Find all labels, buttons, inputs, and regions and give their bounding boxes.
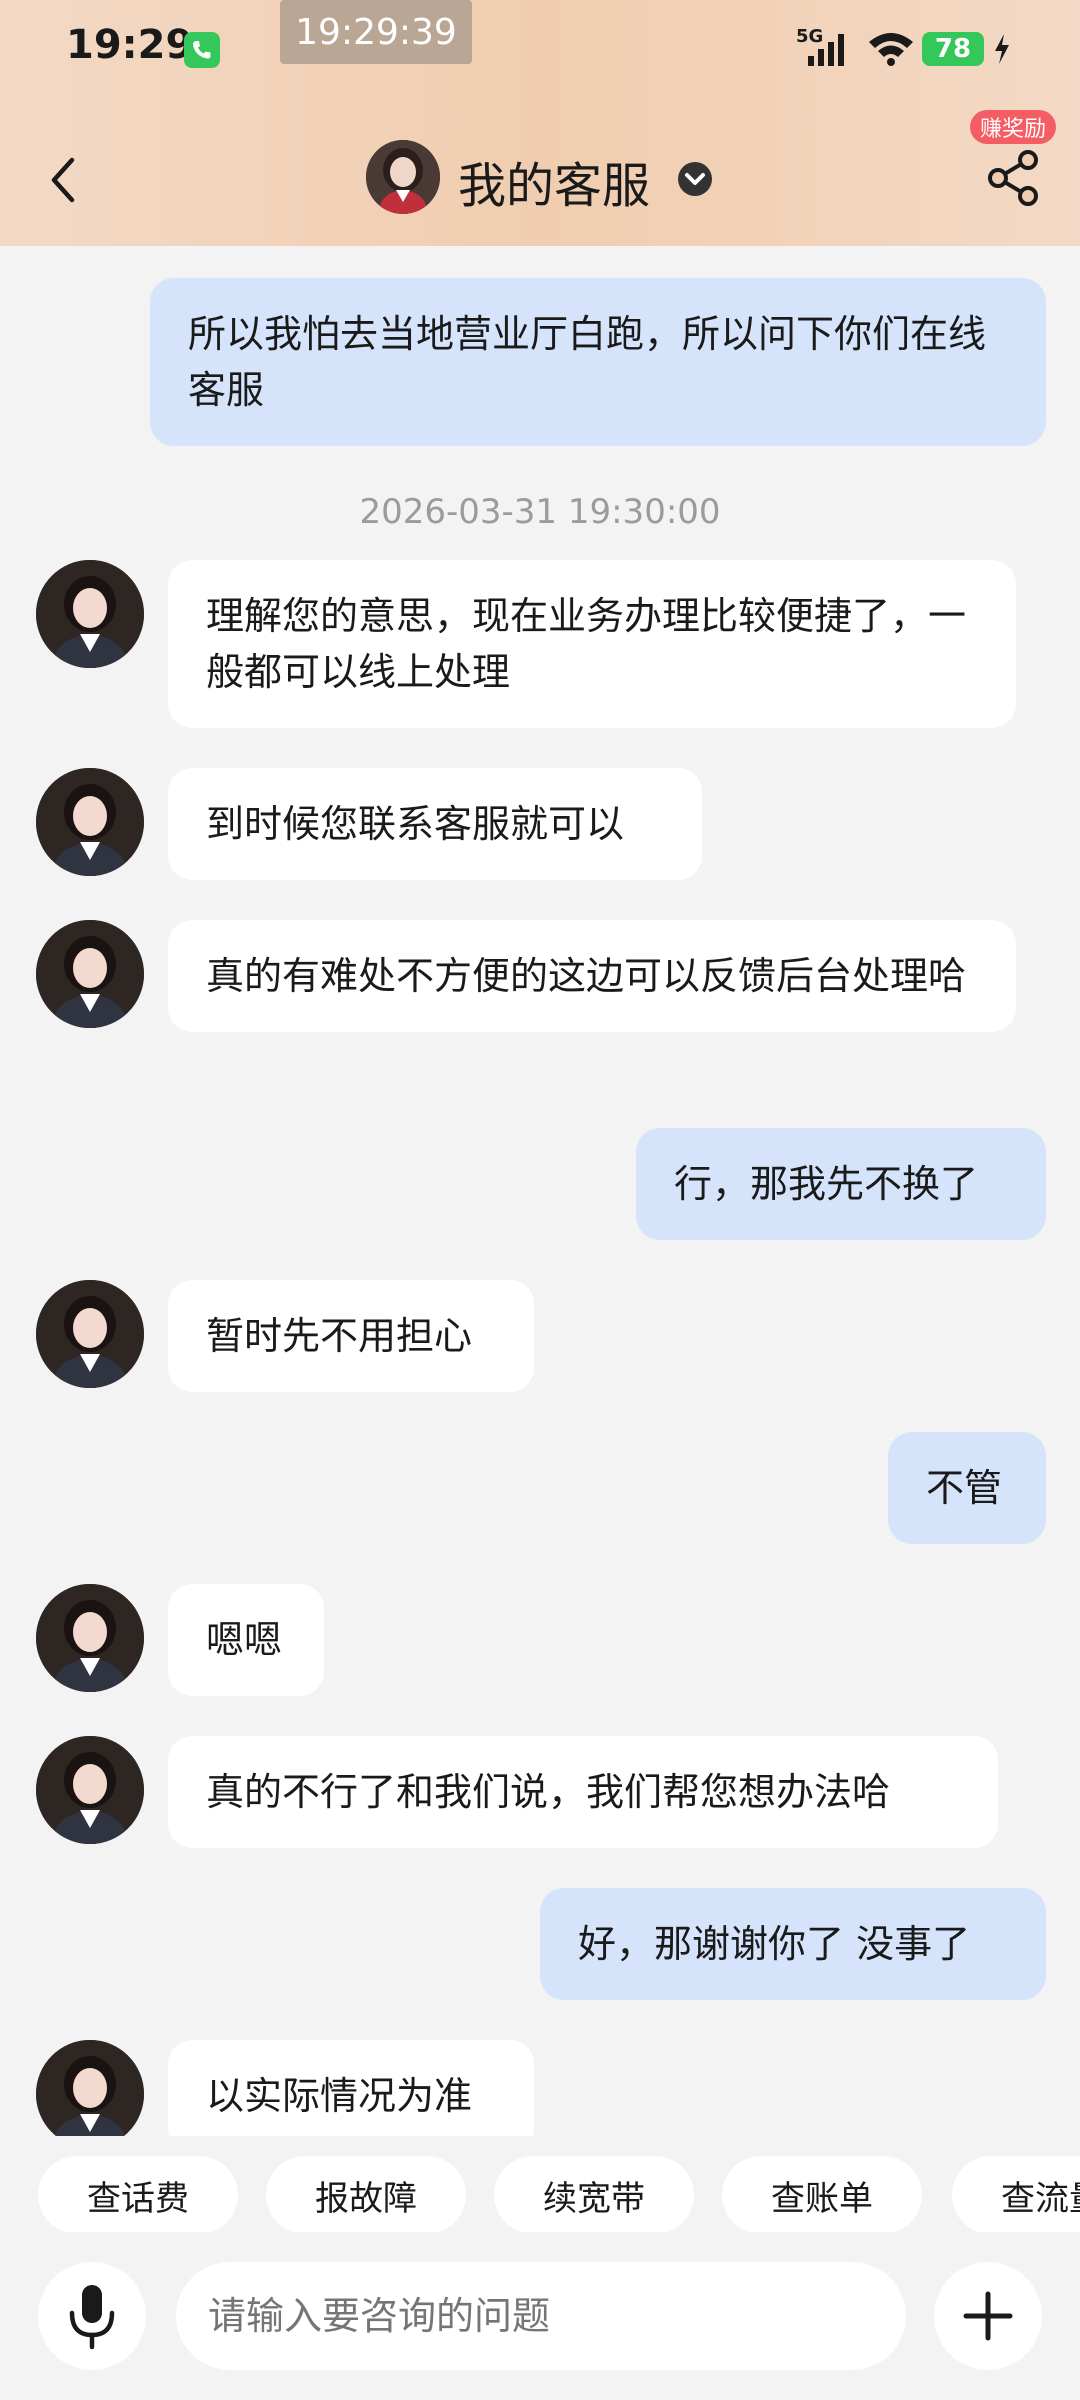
reward-badge[interactable]: 赚奖励	[970, 110, 1056, 144]
incoming-message[interactable]: 理解您的意思，现在业务办理比较便捷了，一般都可以线上处理	[168, 560, 1016, 728]
quick-reply-chip[interactable]: 查流量	[952, 2156, 1080, 2232]
quick-reply-bar: 查话费 报故障 续宽带 查账单 查流量	[0, 2148, 1080, 2232]
service-avatar[interactable]	[366, 140, 440, 214]
plus-icon	[963, 2291, 1013, 2341]
agent-avatar[interactable]	[36, 2040, 144, 2136]
quick-reply-chip[interactable]: 查话费	[38, 2156, 238, 2232]
agent-avatar[interactable]	[36, 560, 144, 668]
agent-avatar[interactable]	[36, 920, 144, 1028]
outgoing-message[interactable]: 不管	[888, 1432, 1046, 1544]
agent-avatar[interactable]	[36, 768, 144, 876]
page-title: 我的客服	[458, 158, 651, 214]
agent-avatar[interactable]	[36, 1736, 144, 1844]
chat-area[interactable]: 所以我怕去当地营业厅白跑，所以问下你们在线客服 2026-03-31 19:30…	[0, 246, 1080, 2136]
outgoing-message[interactable]: 所以我怕去当地营业厅白跑，所以问下你们在线客服	[150, 278, 1046, 446]
agent-avatar[interactable]	[36, 1280, 144, 1388]
status-time: 19:29	[66, 22, 194, 68]
incoming-message[interactable]: 到时候您联系客服就可以	[168, 768, 702, 880]
incoming-message[interactable]: 以实际情况为准	[168, 2040, 534, 2136]
incoming-message[interactable]: 嗯嗯	[168, 1584, 324, 1696]
charging-icon	[992, 32, 1012, 70]
more-options-button[interactable]	[934, 2262, 1042, 2370]
chevron-down-icon[interactable]	[676, 160, 714, 198]
quick-reply-chip[interactable]: 续宽带	[494, 2156, 694, 2232]
status-bar: 19:29 19:29:39 5G 78	[0, 0, 1080, 100]
agent-avatar[interactable]	[36, 1584, 144, 1692]
message-timestamp: 2026-03-31 19:30:00	[359, 492, 721, 532]
incoming-message[interactable]: 真的不行了和我们说，我们帮您想办法哈	[168, 1736, 998, 1848]
quick-reply-chip[interactable]: 报故障	[266, 2156, 466, 2232]
phone-call-icon[interactable]	[184, 32, 220, 68]
share-icon[interactable]	[984, 146, 1044, 210]
wifi-icon	[866, 28, 916, 72]
outgoing-message[interactable]: 好，那谢谢你了 没事了	[540, 1888, 1046, 2000]
outgoing-message[interactable]: 行，那我先不换了	[636, 1128, 1046, 1240]
message-input[interactable]	[176, 2262, 906, 2370]
battery-indicator: 78	[922, 32, 984, 66]
microphone-icon	[69, 2285, 115, 2350]
screen-record-timer[interactable]: 19:29:39	[280, 0, 472, 64]
incoming-message[interactable]: 真的有难处不方便的这边可以反馈后台处理哈	[168, 920, 1016, 1032]
incoming-message[interactable]: 暂时先不用担心	[168, 1280, 534, 1392]
quick-reply-chip[interactable]: 查账单	[722, 2156, 922, 2232]
voice-input-button[interactable]	[38, 2262, 146, 2370]
header: 19:29 19:29:39 5G 78 我的客服 赚奖励	[0, 0, 1080, 246]
back-icon[interactable]	[44, 150, 84, 210]
